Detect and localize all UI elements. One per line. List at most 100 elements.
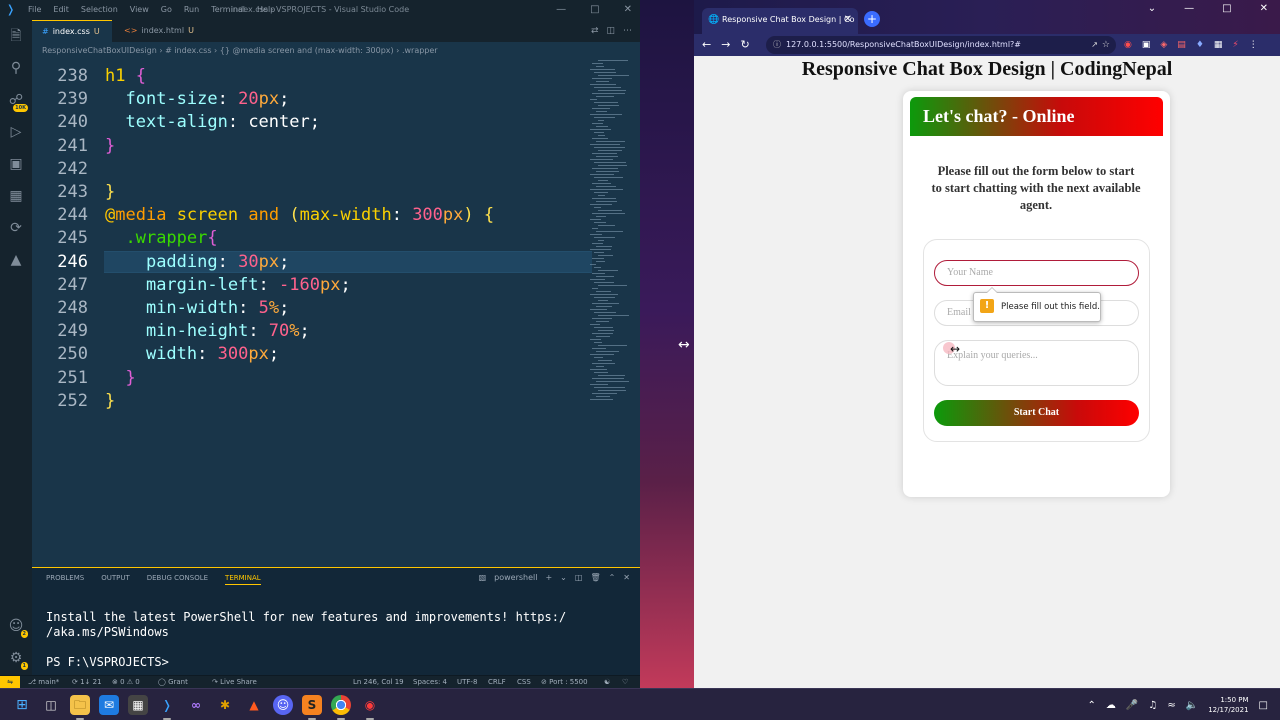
- menu-help[interactable]: Help: [257, 0, 275, 20]
- minimize-icon[interactable]: —: [556, 0, 566, 20]
- vscode-taskbar-icon[interactable]: ❭: [157, 695, 177, 720]
- code-line[interactable]: font-size: 20px;: [105, 88, 289, 111]
- discord-icon[interactable]: ☺: [273, 695, 293, 715]
- code-line[interactable]: @media screen and (max-width: 300px) {: [105, 204, 494, 227]
- clock[interactable]: 1:50 PM 12/17/2021: [1208, 695, 1248, 715]
- more-actions-icon[interactable]: ⋯: [623, 20, 632, 42]
- extension-icon[interactable]: ▣: [1142, 34, 1151, 56]
- indent-status[interactable]: Spaces: 4: [413, 676, 447, 688]
- microphone-icon[interactable]: 🎤: [1126, 700, 1138, 711]
- remote-icon[interactable]: ⇋: [0, 676, 20, 688]
- breadcrumb-media[interactable]: {} @media screen and (max-width: 300px): [220, 46, 394, 55]
- live-share-status[interactable]: ↷ Live Share: [212, 676, 257, 688]
- maximize-icon[interactable]: □: [590, 0, 599, 20]
- address-bar[interactable]: ⓘ 127.0.0.1:5500/ResponsiveChatBoxUIDesi…: [766, 36, 1116, 54]
- menu-go[interactable]: Go: [161, 0, 172, 20]
- code-line[interactable]: min-height: 70%;: [105, 320, 310, 343]
- git-branch[interactable]: ⎇ main*: [28, 676, 59, 688]
- tray-chevron-up-icon[interactable]: ⌃: [1088, 700, 1096, 711]
- code-line[interactable]: margin-left: -160px;: [105, 274, 351, 297]
- chrome-icon[interactable]: [331, 695, 351, 720]
- store-icon[interactable]: ▦: [128, 695, 148, 715]
- feedback-icon[interactable]: ☯: [604, 676, 610, 688]
- windows-start-icon[interactable]: ⊞: [12, 695, 32, 715]
- user-status[interactable]: ◯ Grant: [158, 676, 188, 688]
- breadcrumb-selector[interactable]: .wrapper: [402, 46, 438, 55]
- run-debug-icon[interactable]: ▷: [6, 122, 26, 142]
- mail-icon[interactable]: ✉: [99, 695, 119, 715]
- puzzle-extensions-icon[interactable]: ▦: [1214, 34, 1223, 56]
- code-editor[interactable]: 238 h1 {239 font-size: 20px; 240 text-alig…: [32, 60, 640, 565]
- menu-selection[interactable]: Selection: [81, 0, 118, 20]
- tab-problems[interactable]: PROBLEMS: [46, 574, 84, 585]
- code-line[interactable]: }: [105, 367, 135, 390]
- forward-icon[interactable]: →: [721, 34, 730, 56]
- new-tab-button[interactable]: +: [864, 11, 880, 27]
- source-control-icon[interactable]: ☍ 10K: [6, 90, 28, 112]
- file-explorer-icon[interactable]: 🗀: [70, 695, 90, 720]
- sublime-text-icon[interactable]: S: [302, 695, 322, 720]
- eol-status[interactable]: CRLF: [488, 676, 506, 688]
- slack-icon[interactable]: ✱: [215, 695, 235, 715]
- extension-icon[interactable]: ⚡: [1232, 34, 1238, 56]
- notifications-icon[interactable]: ♡: [622, 676, 628, 688]
- cursor-position[interactable]: Ln 246, Col 19: [353, 676, 404, 688]
- site-info-icon[interactable]: ⓘ: [773, 36, 781, 54]
- code-line[interactable]: min-width: 5%;: [105, 297, 289, 320]
- breadcrumb-folder[interactable]: ResponsiveChatBoxUIDesign: [42, 46, 157, 55]
- extension-icon[interactable]: ▤: [1177, 34, 1186, 56]
- azure-icon[interactable]: ▲: [6, 250, 26, 270]
- maximize-panel-icon[interactable]: ⌃: [609, 573, 616, 582]
- speaker-icon[interactable]: 🔈: [1186, 700, 1198, 711]
- close-icon[interactable]: ✕: [624, 0, 632, 20]
- new-terminal-icon[interactable]: +: [545, 573, 552, 582]
- tab-index-css[interactable]: # index.css U: [32, 20, 112, 42]
- chevron-down-icon[interactable]: ⌄: [560, 573, 567, 582]
- tab-search-icon[interactable]: ⌄: [1148, 3, 1156, 14]
- maximize-icon[interactable]: □: [1222, 3, 1231, 14]
- search-icon[interactable]: ⚲: [6, 58, 26, 78]
- split-terminal-icon[interactable]: ◫: [575, 573, 583, 582]
- trash-icon[interactable]: 🗑: [590, 573, 600, 582]
- language-status[interactable]: CSS: [517, 676, 531, 688]
- query-textarea[interactable]: Explain your queries...: [934, 340, 1139, 386]
- code-line[interactable]: h1 {: [105, 65, 146, 88]
- terminal-output[interactable]: Install the latest PowerShell for new fe…: [46, 610, 566, 670]
- problems-status[interactable]: ⊗ 0 ⚠ 0: [112, 676, 140, 688]
- menu-terminal[interactable]: Terminal: [211, 0, 245, 20]
- bookmark-star-icon[interactable]: ☆: [1102, 36, 1110, 54]
- tray-app-icon[interactable]: ☁: [1106, 700, 1116, 711]
- encoding-status[interactable]: UTF-8: [457, 676, 477, 688]
- close-icon[interactable]: ✕: [1260, 3, 1268, 14]
- compare-icon[interactable]: ⇄: [591, 20, 599, 42]
- code-line[interactable]: width: 300px;: [105, 343, 279, 366]
- name-input[interactable]: Your Name: [934, 260, 1139, 286]
- explorer-icon[interactable]: 🗎: [6, 26, 26, 46]
- code-line[interactable]: }: [105, 181, 115, 204]
- tab-terminal[interactable]: TERMINAL: [225, 574, 261, 585]
- minimize-icon[interactable]: —: [1184, 3, 1194, 14]
- tab-index-html[interactable]: <> index.html U: [114, 20, 198, 42]
- tab-debug-console[interactable]: DEBUG CONSOLE: [147, 574, 208, 585]
- live-server-port[interactable]: ⊘ Port : 5500: [541, 676, 588, 688]
- split-editor-icon[interactable]: ◫: [606, 20, 615, 42]
- menu-kebab-icon[interactable]: ⋮: [1249, 34, 1258, 56]
- screen-recorder-icon[interactable]: ◉: [360, 695, 380, 720]
- terminal-shell-label[interactable]: powershell: [494, 573, 537, 582]
- code-line[interactable]: }: [105, 135, 115, 158]
- code-line[interactable]: .wrapper{: [105, 227, 217, 250]
- settings-gear-icon[interactable]: ⚙ 1: [6, 648, 28, 670]
- close-panel-icon[interactable]: ✕: [623, 573, 630, 582]
- extension-icon[interactable]: ◈: [1160, 34, 1167, 56]
- browser-tab-active[interactable]: 🌐 Responsive Chat Box Design | Co ✕: [702, 8, 858, 34]
- remote-explorer-icon[interactable]: ▣: [6, 154, 26, 174]
- menu-edit[interactable]: Edit: [53, 0, 69, 20]
- accounts-icon[interactable]: ☺ 2: [6, 616, 28, 638]
- volume-icon[interactable]: ♫: [1148, 700, 1157, 711]
- reload-icon[interactable]: ↻: [740, 34, 749, 56]
- live-share-icon[interactable]: ⟳: [6, 218, 26, 238]
- extension-icon[interactable]: ♦: [1196, 34, 1204, 56]
- ublock-icon[interactable]: ◉: [1124, 34, 1132, 56]
- sync-status[interactable]: ⟳ 1↓ 21: [72, 676, 102, 688]
- wifi-icon[interactable]: ≈: [1167, 700, 1175, 711]
